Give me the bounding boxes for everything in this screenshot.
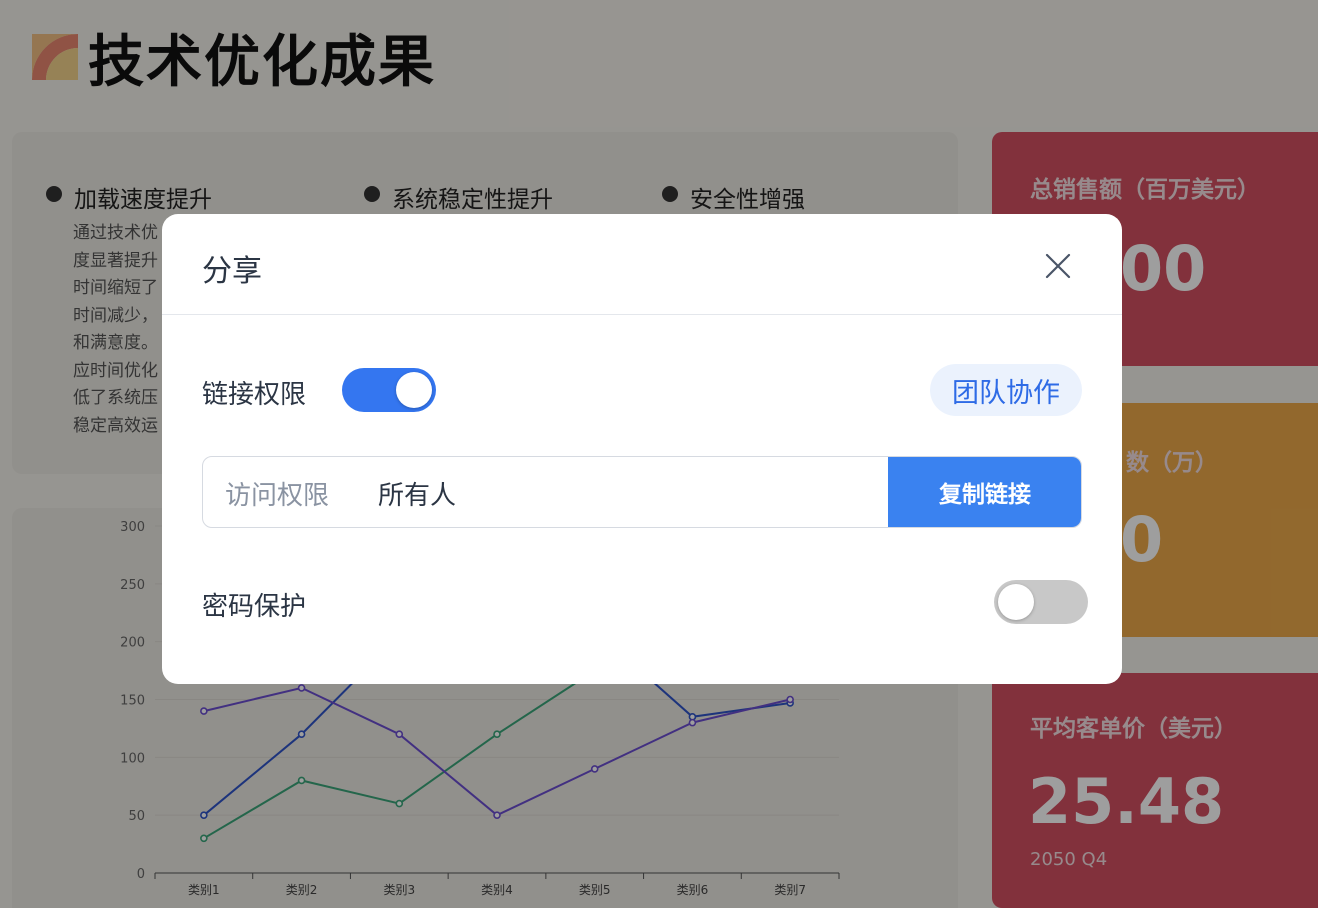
toggle-knob [396,372,432,408]
close-icon [1045,253,1071,279]
access-value[interactable]: 所有人 [378,475,456,512]
dialog-title: 分享 [202,254,262,289]
dialog-header: 分享 [162,214,1122,315]
copy-link-button[interactable]: 复制链接 [888,457,1081,527]
link-permission-toggle[interactable] [342,368,436,412]
link-permission-label: 链接权限 [202,380,307,410]
close-button[interactable] [1038,246,1078,286]
access-permission-field[interactable]: 访问权限 所有人 复制链接 [202,456,1082,528]
password-protect-toggle[interactable] [994,580,1088,624]
toggle-knob [998,584,1034,620]
password-protect-label: 密码保护 [202,592,307,622]
access-label: 访问权限 [225,481,330,511]
team-collab-button[interactable]: 团队协作 [930,364,1082,416]
share-dialog: 分享 链接权限 团队协作 访问权限 所有人 复制链接 密码保护 [162,214,1122,684]
